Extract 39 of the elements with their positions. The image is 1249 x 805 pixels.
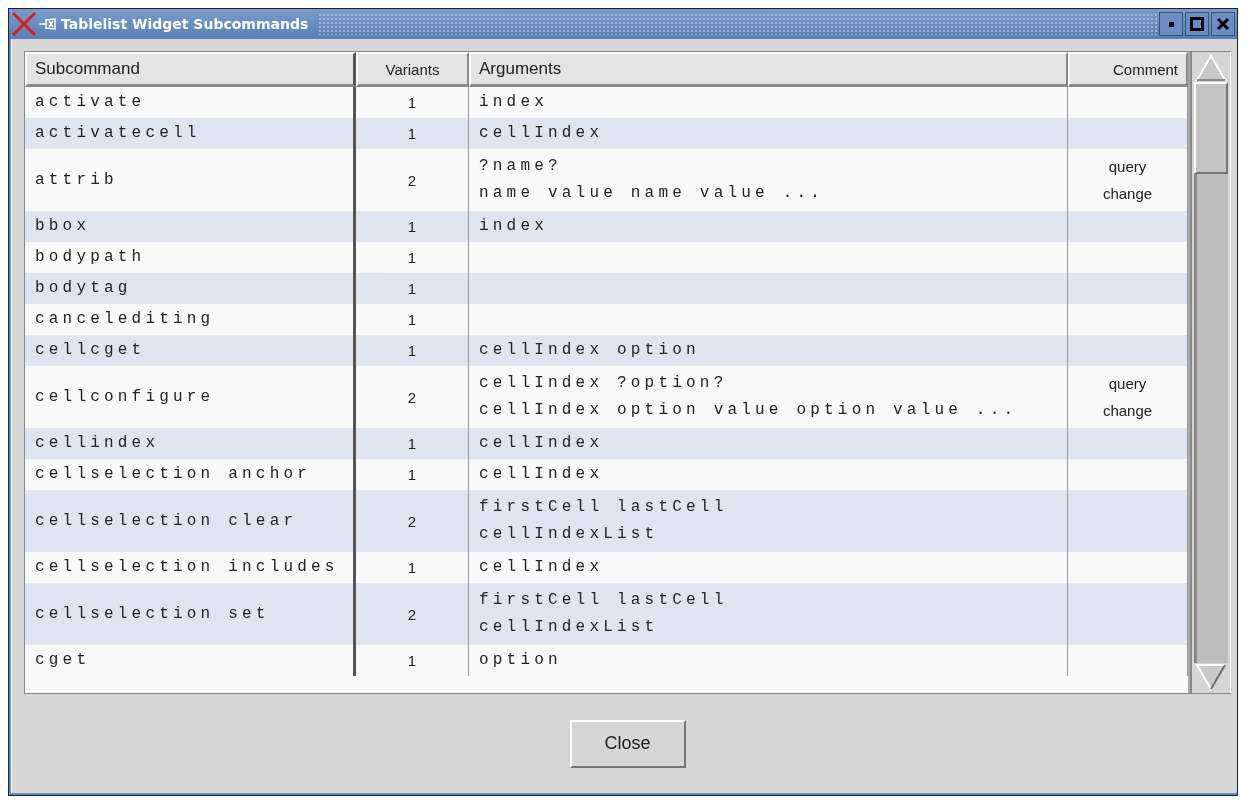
table-cell: index (469, 211, 1068, 242)
close-button[interactable] (1211, 12, 1235, 36)
scroll-up-arrow-icon[interactable] (1194, 54, 1228, 82)
maximize-button[interactable] (1185, 12, 1209, 36)
minimize-icon (1166, 19, 1176, 29)
table-cell: cellcget (25, 335, 356, 366)
table-cell: 1 (356, 118, 469, 149)
table-cell: bbox (25, 211, 356, 242)
table-cell: cget (25, 645, 356, 676)
minimize-button[interactable] (1159, 12, 1183, 36)
window-title: Tablelist Widget Subcommands (60, 16, 310, 32)
table-cell: cellselection clear (25, 490, 356, 552)
table-cell: cellIndex (469, 428, 1068, 459)
table-cell: cellIndex option (469, 335, 1068, 366)
table-cell: 1 (356, 428, 469, 459)
close-dialog-button[interactable]: Close (569, 719, 686, 768)
table-cell: option (469, 645, 1068, 676)
table-cell: 2 (356, 583, 469, 645)
table-cell: cellIndex (469, 118, 1068, 149)
table-cell: cellselection set (25, 583, 356, 645)
column-header[interactable]: Arguments (469, 52, 1068, 87)
pin-icon[interactable] (39, 18, 57, 30)
vertical-scrollbar[interactable] (1190, 52, 1231, 693)
column-header[interactable]: Subcommand (25, 52, 356, 87)
table-cell: 1 (356, 335, 469, 366)
table-cell: activatecell (25, 118, 356, 149)
table-cell: 2 (356, 490, 469, 552)
table-cell: 1 (356, 211, 469, 242)
scrollbar-thumb[interactable] (1194, 82, 1228, 174)
maximize-icon (1190, 17, 1204, 31)
table-cell: cellindex (25, 428, 356, 459)
x-logo-icon (11, 12, 37, 36)
column-header[interactable]: Comment (1068, 52, 1188, 87)
column-header[interactable]: Variants (356, 52, 469, 87)
table-cell: 1 (356, 645, 469, 676)
scroll-down-arrow-icon[interactable] (1194, 663, 1228, 691)
table-cell: bodytag (25, 273, 356, 304)
close-icon (1216, 17, 1230, 31)
table-cell: 1 (356, 273, 469, 304)
